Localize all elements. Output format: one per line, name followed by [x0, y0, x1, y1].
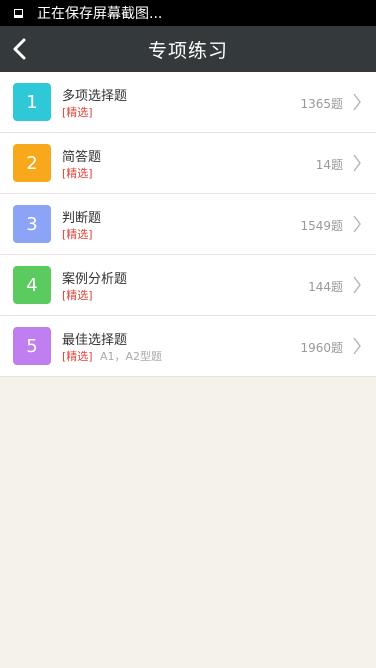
item-title: 案例分析题 — [62, 272, 128, 287]
featured-tag: [精选] — [62, 289, 93, 302]
featured-tag: [精选] — [62, 106, 93, 119]
back-arrow-icon[interactable] — [10, 36, 30, 62]
question-count: 144题 — [308, 280, 343, 294]
number-badge: 1 — [13, 83, 51, 121]
list-item[interactable]: 5 最佳选择题 [精选] A1，A2型题 1960题 — [0, 316, 376, 377]
item-title: 判断题 — [62, 211, 102, 226]
question-count: 1549题 — [300, 219, 343, 233]
featured-tag: [精选] — [62, 167, 93, 180]
item-title: 多项选择题 — [62, 89, 128, 104]
number-badge: 3 — [13, 205, 51, 243]
list-item[interactable]: 3 判断题 [精选] 1549题 — [0, 194, 376, 255]
list-item[interactable]: 4 案例分析题 [精选] 144题 — [0, 255, 376, 316]
chevron-right-icon — [353, 337, 361, 355]
page-title: 专项练习 — [147, 39, 228, 62]
featured-tag: [精选] — [62, 228, 93, 241]
chevron-right-icon — [353, 215, 361, 233]
featured-tag: [精选] — [62, 350, 93, 363]
title-bar: 专项练习 — [0, 26, 376, 72]
number-badge: 4 — [13, 266, 51, 304]
list-item[interactable]: 1 多项选择题 [精选] 1365题 — [0, 72, 376, 133]
exercise-list: 1 多项选择题 [精选] 1365题 2 简答题 [精选] 14题 3 判断题 … — [0, 72, 376, 377]
item-title: 简答题 — [62, 150, 102, 165]
status-text: 正在保存屏幕截图... — [37, 6, 163, 22]
chevron-right-icon — [353, 154, 361, 172]
question-count: 1365题 — [300, 97, 343, 111]
item-title: 最佳选择题 — [62, 333, 128, 348]
chevron-right-icon — [353, 93, 361, 111]
question-count: 14题 — [315, 158, 343, 172]
status-bar: 正在保存屏幕截图... — [0, 0, 376, 26]
chevron-right-icon — [353, 276, 361, 294]
item-subtitle: A1，A2型题 — [100, 350, 163, 363]
list-item[interactable]: 2 简答题 [精选] 14题 — [0, 133, 376, 194]
number-badge: 2 — [13, 144, 51, 182]
screenshot-icon — [14, 8, 23, 18]
question-count: 1960题 — [300, 341, 343, 355]
number-badge: 5 — [13, 327, 51, 365]
